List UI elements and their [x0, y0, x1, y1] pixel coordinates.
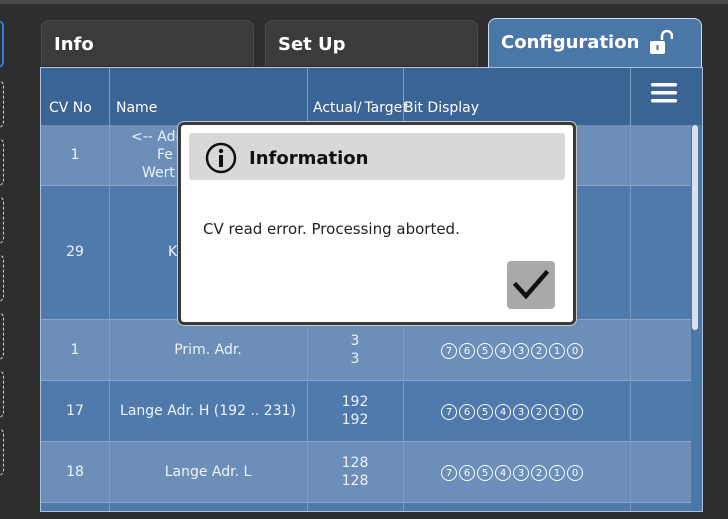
row-actual: 192	[341, 394, 369, 410]
bit-1[interactable]: 1	[549, 404, 565, 420]
side-button-7[interactable]	[0, 370, 4, 418]
tab-info-label: Info	[54, 34, 94, 55]
bit-4[interactable]: 4	[495, 343, 511, 359]
row-cv: 17	[66, 403, 84, 419]
bit-4[interactable]: 4	[495, 404, 511, 420]
bit-display[interactable]: 76543210	[441, 342, 641, 362]
row-value: 3 3	[307, 332, 403, 368]
row-name-line3: Wert	[142, 165, 175, 181]
tab-configuration[interactable]: Configuration	[488, 18, 702, 68]
bit-3[interactable]: 3	[513, 465, 529, 481]
bit-4[interactable]: 4	[495, 465, 511, 481]
vertical-scrollbar[interactable]	[692, 125, 698, 330]
bit-0[interactable]: 0	[567, 465, 583, 481]
row-actual: 128	[341, 455, 369, 471]
side-button-2[interactable]	[0, 80, 4, 128]
table-header: CV No Name Actual/ Target Bit Display	[41, 68, 702, 125]
ok-button[interactable]	[507, 261, 555, 309]
bit-5[interactable]: 5	[477, 343, 493, 359]
row-name: Lange Adr. H (192 .. 231)	[120, 403, 296, 419]
bit-7[interactable]: 7	[441, 404, 457, 420]
side-button-1[interactable]	[0, 20, 4, 68]
side-button-6[interactable]	[0, 312, 4, 360]
row-name: Lange Adr. L	[164, 464, 252, 480]
information-dialog: Information CV read error. Processing ab…	[178, 122, 576, 325]
header-bit-display: Bit Display	[404, 100, 480, 116]
side-button-4[interactable]	[0, 196, 4, 244]
row-target: 128	[341, 473, 369, 489]
bit-3[interactable]: 3	[513, 343, 529, 359]
side-button-5[interactable]	[0, 254, 4, 302]
table-row[interactable]: 18 Lange Adr. L 128 128 76543210	[41, 442, 691, 502]
column-divider	[630, 68, 631, 511]
row-name: <-- Adr	[131, 129, 182, 145]
bit-display[interactable]: 76543210	[441, 403, 641, 423]
row-actual: 3	[350, 333, 360, 349]
row-target: 192	[341, 412, 369, 428]
bit-7[interactable]: 7	[441, 343, 457, 359]
bit-2[interactable]: 2	[531, 343, 547, 359]
unlock-icon[interactable]	[649, 29, 674, 61]
info-icon	[205, 142, 237, 178]
bit-6[interactable]: 6	[459, 404, 475, 420]
top-strip	[0, 0, 728, 4]
bit-display[interactable]: 76543210	[441, 464, 641, 484]
checkmark-icon	[507, 269, 555, 313]
bit-5[interactable]: 5	[477, 404, 493, 420]
bit-6[interactable]: 6	[459, 343, 475, 359]
dialog-header: Information	[189, 133, 565, 180]
table-row[interactable]: 1 Prim. Adr. 3 3 76543210	[41, 320, 691, 380]
row-cv: 18	[66, 464, 84, 480]
tab-set-up-label: Set Up	[278, 34, 346, 55]
row-value: 128 128	[307, 454, 403, 490]
bit-5[interactable]: 5	[477, 465, 493, 481]
bit-2[interactable]: 2	[531, 465, 547, 481]
row-name-line2: Fe	[157, 147, 173, 163]
tab-info[interactable]: Info	[41, 20, 254, 66]
row-cv: 1	[70, 147, 80, 163]
tab-configuration-label: Configuration	[501, 32, 640, 53]
dialog-title: Information	[249, 148, 369, 169]
header-cv-no: CV No	[49, 100, 92, 116]
column-divider	[109, 68, 110, 511]
side-button-8[interactable]	[0, 428, 4, 476]
row-cv: 1	[70, 342, 80, 358]
table-row[interactable]	[41, 503, 691, 511]
tab-set-up[interactable]: Set Up	[265, 20, 478, 66]
side-button-3[interactable]	[0, 138, 4, 186]
bit-1[interactable]: 1	[549, 343, 565, 359]
table-row[interactable]: 17 Lange Adr. H (192 .. 231) 192 192 765…	[41, 381, 691, 441]
bit-6[interactable]: 6	[459, 465, 475, 481]
header-value: Actual/ Target	[313, 100, 408, 116]
dialog-message: CV read error. Processing aborted.	[203, 220, 460, 238]
row-cv: 29	[66, 244, 84, 260]
row-value: 192 192	[307, 393, 403, 429]
bit-2[interactable]: 2	[531, 404, 547, 420]
bit-1[interactable]: 1	[549, 465, 565, 481]
header-name: Name	[116, 100, 158, 116]
row-name: K	[168, 244, 178, 260]
bit-7[interactable]: 7	[441, 465, 457, 481]
row-name: Prim. Adr.	[174, 342, 242, 358]
hamburger-menu-icon[interactable]	[651, 82, 677, 108]
bit-0[interactable]: 0	[567, 404, 583, 420]
bit-3[interactable]: 3	[513, 404, 529, 420]
bit-0[interactable]: 0	[567, 343, 583, 359]
row-target: 3	[350, 351, 360, 367]
